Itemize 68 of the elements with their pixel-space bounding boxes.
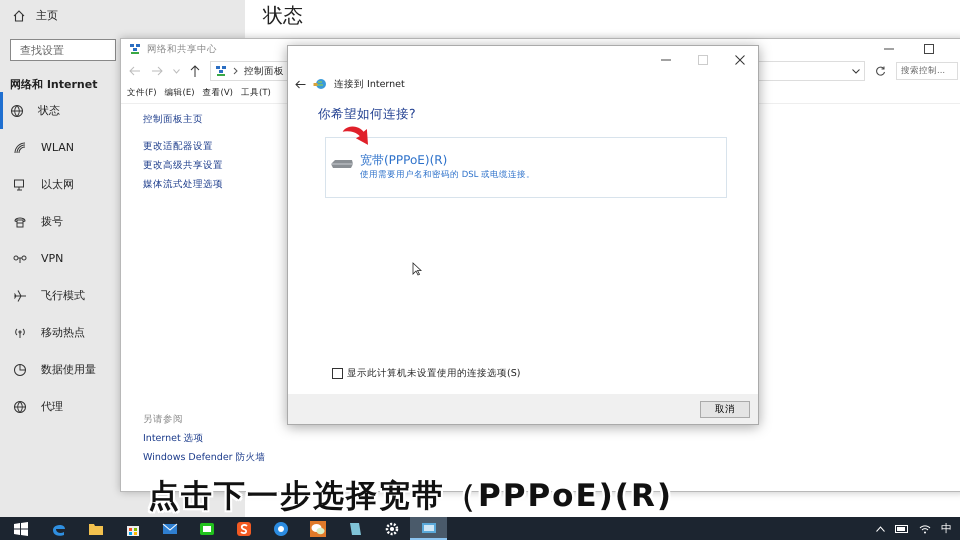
page-title: 状态 xyxy=(263,2,304,29)
hotspot-icon xyxy=(13,326,27,340)
nav-item[interactable]: WLAN xyxy=(0,129,104,166)
mouse-cursor-icon xyxy=(412,262,422,276)
up-arrow-icon[interactable] xyxy=(190,65,200,77)
connection-option[interactable]: 宽带(PPPoE)(R) 使用需要用户名和密码的 DSL 或电缆连接。 xyxy=(325,137,727,198)
chevron-icon xyxy=(233,67,238,75)
subtitle-caption: 点击下一步选择宽带（PPPoE)(R) xyxy=(148,478,674,514)
nav-item[interactable]: VPN xyxy=(0,240,104,277)
nav-item[interactable]: 飞行模式 xyxy=(0,277,104,314)
search-field[interactable]: 查找设置 xyxy=(10,39,116,61)
section-heading: 网络和 Internet xyxy=(10,77,98,92)
settings-icon xyxy=(384,520,400,536)
circle-app-icon xyxy=(272,520,288,536)
see-also-heading: 另请参阅 xyxy=(143,413,184,427)
globe-plug-icon xyxy=(313,78,327,90)
option-description: 使用需要用户名和密码的 DSL 或电缆连接。 xyxy=(360,169,536,181)
nav-item[interactable]: 拨号 xyxy=(0,203,104,240)
nav-item[interactable]: 状态 xyxy=(0,92,104,129)
monitor-icon xyxy=(13,178,27,192)
wifi-icon xyxy=(13,140,27,154)
menu-item[interactable]: 工具(T) xyxy=(241,87,271,99)
phone-icon xyxy=(13,214,27,228)
menu-item[interactable]: 查看(V) xyxy=(202,87,233,99)
input-method-indicator[interactable]: 中 xyxy=(941,521,952,536)
airplane-icon xyxy=(13,288,27,302)
sidebar-link[interactable]: 更改高级共享设置 xyxy=(143,156,223,175)
sidebar-link[interactable]: 控制面板主页 xyxy=(143,110,203,129)
cancel-button[interactable]: 取消 xyxy=(700,400,750,418)
maximize-icon[interactable] xyxy=(924,44,934,54)
back-arrow-icon[interactable] xyxy=(295,80,306,88)
checkbox-label: 显示此计算机未设置使用的连接选项(S) xyxy=(347,367,520,380)
see-also-link[interactable]: Windows Defender 防火墙 xyxy=(143,448,266,467)
checkbox[interactable] xyxy=(332,368,343,379)
modem-icon xyxy=(330,158,354,170)
window-title: 网络和共享中心 xyxy=(147,42,217,56)
wifi-icon[interactable] xyxy=(919,524,931,534)
maximize-icon xyxy=(698,55,708,65)
dialog-title: 连接到 Internet xyxy=(334,78,405,90)
s-logo-icon xyxy=(236,520,252,536)
home-link[interactable]: 主页 xyxy=(36,8,58,23)
option-title: 宽带(PPPoE)(R) xyxy=(360,152,448,169)
home-icon[interactable] xyxy=(12,8,26,22)
sidebar-link[interactable]: 媒体流式处理选项 xyxy=(143,175,223,194)
menu-item[interactable]: 文件(F) xyxy=(127,87,157,99)
nav-item[interactable]: 移动热点 xyxy=(0,314,104,351)
network-icon xyxy=(129,43,141,55)
nav-item[interactable]: 代理 xyxy=(0,388,104,425)
pie-chart-icon xyxy=(13,362,27,376)
sidebar-link[interactable]: 更改适配器设置 xyxy=(143,137,213,156)
tv-icon xyxy=(198,520,214,536)
battery-icon[interactable] xyxy=(895,524,909,532)
question-heading: 你希望如何连接? xyxy=(318,106,417,123)
dropdown-caret-icon[interactable] xyxy=(852,68,860,74)
globe-icon xyxy=(13,400,27,414)
mail-icon xyxy=(162,520,178,536)
chevron-up-icon[interactable] xyxy=(876,526,885,532)
refresh-icon[interactable] xyxy=(875,66,886,76)
close-icon[interactable] xyxy=(735,55,745,65)
nav-item[interactable]: 以太网 xyxy=(0,166,104,203)
breadcrumb-item[interactable]: 控制面板 xyxy=(244,64,284,78)
globe-icon xyxy=(10,104,24,118)
chat-bubbles-icon xyxy=(310,520,326,536)
nav-item[interactable]: 数据使用量 xyxy=(0,351,104,388)
windows-logo-icon[interactable] xyxy=(14,522,28,536)
network-icon xyxy=(215,65,227,77)
see-also-link[interactable]: Internet 选项 xyxy=(143,429,204,448)
menu-item[interactable]: 编辑(E) xyxy=(164,87,195,99)
